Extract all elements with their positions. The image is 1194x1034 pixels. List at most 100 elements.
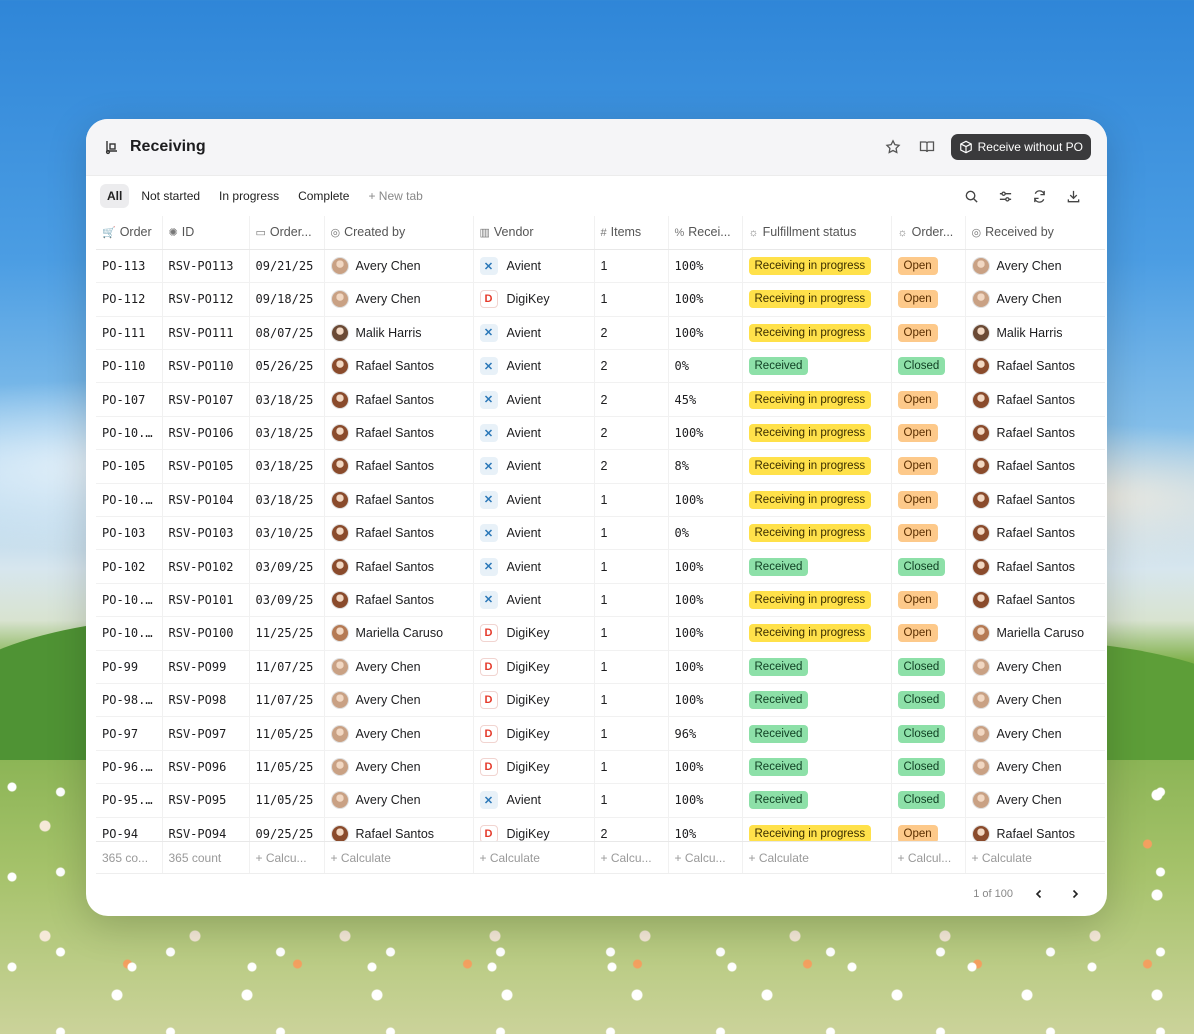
received-by-cell[interactable]: Avery Chen (965, 783, 1105, 818)
fulfillment-cell[interactable]: Received (742, 750, 892, 785)
fulfillment-cell[interactable]: Received (742, 349, 892, 384)
items-cell[interactable]: 1 (594, 716, 669, 751)
received-by-cell[interactable]: Mariella Caruso (965, 616, 1105, 651)
received-by-cell[interactable]: Avery Chen (965, 650, 1105, 684)
items-cell[interactable]: 2 (594, 449, 669, 484)
created-by-cell[interactable]: Rafael Santos (324, 583, 474, 618)
created-by-cell[interactable]: Avery Chen (324, 282, 474, 317)
fulfillment-cell[interactable]: Receiving in progress (742, 382, 892, 417)
items-cell[interactable]: 2 (594, 316, 669, 351)
table-row[interactable]: PO-112 RSV-PO112 09/18/25 Avery Chen D DigiKe… (96, 282, 1105, 317)
received-pct-cell[interactable]: 0% (668, 516, 743, 551)
created-by-cell[interactable]: Avery Chen (324, 650, 474, 684)
table-row[interactable]: PO-110 RSV-PO110 05/26/25 Rafael Santos ✕ Avi… (96, 349, 1105, 384)
order-status-cell[interactable]: Open (891, 316, 966, 351)
received-pct-cell[interactable]: 100% (668, 249, 743, 284)
calculate-order-status[interactable]: + Calcul... (891, 842, 966, 873)
order-cell[interactable]: PO-105 (96, 449, 163, 484)
order-cell[interactable]: PO-10... (96, 483, 163, 518)
column-header-items[interactable]: # Items (594, 216, 669, 250)
order-date-cell[interactable]: 03/18/25 (249, 449, 325, 484)
id-cell[interactable]: RSV-PO103 (162, 516, 250, 551)
star-icon[interactable] (883, 137, 903, 157)
vendor-cell[interactable]: ✕ Avient (473, 449, 595, 484)
new-tab-button[interactable]: + New tab (361, 184, 429, 208)
id-cell[interactable]: RSV-PO97 (162, 716, 250, 751)
order-date-cell[interactable]: 05/26/25 (249, 349, 325, 384)
vendor-cell[interactable]: D DigiKey (473, 650, 595, 684)
order-cell[interactable]: PO-112 (96, 282, 163, 317)
received-pct-cell[interactable]: 100% (668, 583, 743, 618)
table-row[interactable]: PO-102 RSV-PO102 03/09/25 Rafael Santos ✕ Avi… (96, 549, 1105, 584)
order-status-cell[interactable]: Open (891, 817, 966, 841)
order-date-cell[interactable]: 11/25/25 (249, 616, 325, 651)
vendor-cell[interactable]: ✕ Avient (473, 583, 595, 618)
order-cell[interactable]: PO-111 (96, 316, 163, 351)
book-icon[interactable] (917, 137, 937, 157)
search-icon[interactable] (961, 186, 981, 206)
received-pct-cell[interactable]: 100% (668, 416, 743, 451)
table-row[interactable]: PO-10... RSV-PO101 03/09/25 Rafael Santos ✕ A… (96, 583, 1105, 618)
calculate-received-pct[interactable]: + Calcu... (668, 842, 743, 873)
received-pct-cell[interactable]: 0% (668, 349, 743, 384)
fulfillment-cell[interactable]: Receiving in progress (742, 483, 892, 518)
order-status-cell[interactable]: Closed (891, 549, 966, 584)
order-cell[interactable]: PO-107 (96, 382, 163, 417)
id-cell[interactable]: RSV-PO94 (162, 817, 250, 841)
order-date-cell[interactable]: 03/09/25 (249, 583, 325, 618)
column-header-fulfillment[interactable]: ☼ Fulfillment status (742, 216, 892, 250)
created-by-cell[interactable]: Rafael Santos (324, 416, 474, 451)
chevron-right-icon[interactable] (1065, 884, 1085, 904)
vendor-cell[interactable]: D DigiKey (473, 683, 595, 718)
received-by-cell[interactable]: Rafael Santos (965, 549, 1105, 584)
items-cell[interactable]: 1 (594, 583, 669, 618)
fulfillment-cell[interactable]: Receiving in progress (742, 416, 892, 451)
order-status-cell[interactable]: Open (891, 516, 966, 551)
order-date-cell[interactable]: 08/07/25 (249, 316, 325, 351)
items-cell[interactable]: 1 (594, 483, 669, 518)
order-date-cell[interactable]: 11/07/25 (249, 650, 325, 684)
fulfillment-cell[interactable]: Received (742, 716, 892, 751)
vendor-cell[interactable]: ✕ Avient (473, 416, 595, 451)
received-by-cell[interactable]: Rafael Santos (965, 516, 1105, 551)
vendor-cell[interactable]: ✕ Avient (473, 783, 595, 818)
received-pct-cell[interactable]: 100% (668, 483, 743, 518)
created-by-cell[interactable]: Avery Chen (324, 783, 474, 818)
created-by-cell[interactable]: Malik Harris (324, 316, 474, 351)
received-pct-cell[interactable]: 100% (668, 650, 743, 684)
fulfillment-cell[interactable]: Receiving in progress (742, 449, 892, 484)
vendor-cell[interactable]: D DigiKey (473, 817, 595, 841)
id-cell[interactable]: RSV-PO110 (162, 349, 250, 384)
id-cell[interactable]: RSV-PO113 (162, 249, 250, 284)
fulfillment-cell[interactable]: Receiving in progress (742, 516, 892, 551)
order-status-cell[interactable]: Closed (891, 783, 966, 818)
created-by-cell[interactable]: Mariella Caruso (324, 616, 474, 651)
created-by-cell[interactable]: Rafael Santos (324, 516, 474, 551)
summary-order[interactable]: 365 co... (96, 842, 163, 873)
items-cell[interactable]: 1 (594, 516, 669, 551)
order-status-cell[interactable]: Closed (891, 349, 966, 384)
created-by-cell[interactable]: Rafael Santos (324, 449, 474, 484)
column-header-order[interactable]: 🛒 Order (96, 216, 163, 250)
vendor-cell[interactable]: D DigiKey (473, 282, 595, 317)
received-by-cell[interactable]: Avery Chen (965, 683, 1105, 718)
vendor-cell[interactable]: D DigiKey (473, 616, 595, 651)
fulfillment-cell[interactable]: Receiving in progress (742, 249, 892, 284)
table-row[interactable]: PO-10... RSV-PO104 03/18/25 Rafael Santos ✕ A… (96, 483, 1105, 518)
id-cell[interactable]: RSV-PO106 (162, 416, 250, 451)
order-cell[interactable]: PO-98... (96, 683, 163, 718)
fulfillment-cell[interactable]: Receiving in progress (742, 583, 892, 618)
tab-all[interactable]: All (100, 184, 130, 208)
order-cell[interactable]: PO-110 (96, 349, 163, 384)
fulfillment-cell[interactable]: Receiving in progress (742, 316, 892, 351)
received-by-cell[interactable]: Rafael Santos (965, 416, 1105, 451)
calculate-items[interactable]: + Calcu... (594, 842, 669, 873)
items-cell[interactable]: 1 (594, 683, 669, 718)
table-row[interactable]: PO-98... RSV-PO98 11/07/25 Avery Chen D DigiK… (96, 683, 1105, 718)
column-header-created-by[interactable]: ◎ Created by (324, 216, 474, 250)
id-cell[interactable]: RSV-PO95 (162, 783, 250, 818)
created-by-cell[interactable]: Rafael Santos (324, 382, 474, 417)
received-by-cell[interactable]: Rafael Santos (965, 817, 1105, 841)
chevron-left-icon[interactable] (1029, 884, 1049, 904)
order-date-cell[interactable]: 09/18/25 (249, 282, 325, 317)
